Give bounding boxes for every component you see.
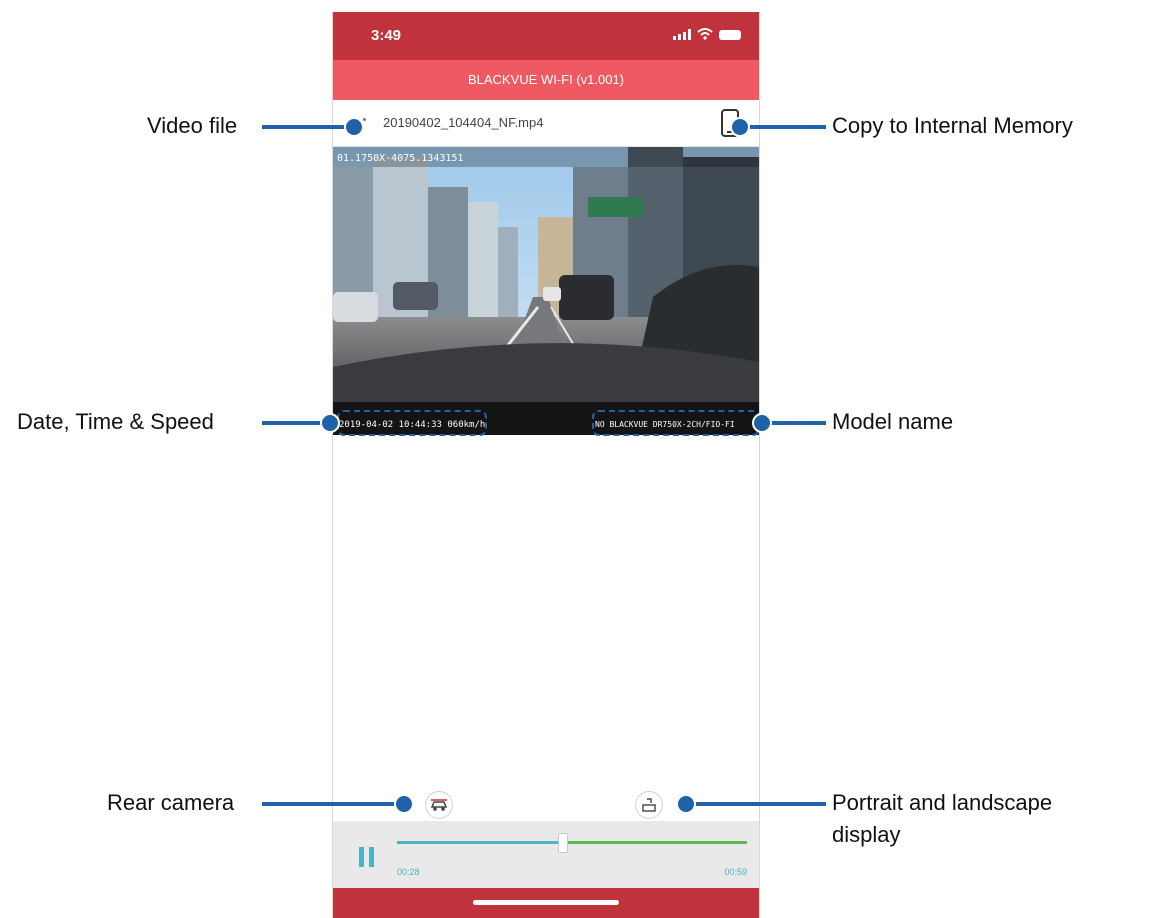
callout-copy: Copy to Internal Memory [832, 113, 1073, 138]
app-title: BLACKVUE WI-FI (v1.001) [467, 72, 625, 87]
status-bar: 3:49 [333, 12, 759, 60]
callout-dot-datetime [320, 413, 340, 433]
current-time: 00:28 [397, 867, 420, 877]
callout-dot-orientation [676, 794, 696, 814]
video-file-name: 20190402_104404_NF.mp4 [383, 115, 544, 130]
progress-played [397, 841, 562, 844]
pause-icon[interactable] [359, 847, 379, 867]
callout-rear: Rear camera [107, 790, 235, 815]
signal-icon [673, 29, 691, 40]
callout-dot-video-file [344, 117, 364, 137]
callout-datetime: Date, Time & Speed [17, 409, 214, 434]
rotate-screen-icon [642, 798, 656, 812]
callout-dot-rear [394, 794, 414, 814]
app-title-bar: BLACKVUE WI-FI (v1.001) [333, 60, 759, 100]
playback-bar: 00:28 00:59 [333, 821, 759, 888]
file-row: 20190402_104404_NF.mp4 [333, 100, 759, 147]
callout-video-file: Video file [147, 113, 238, 138]
total-time: 00:59 [724, 867, 747, 877]
video-frame: 01.1750X-4075.1343151 2019-04-02 10:44:3… [333, 147, 759, 435]
video-overlay-top-left: 01.1750X-4075.1343151 [337, 153, 463, 164]
rear-camera-button[interactable] [425, 791, 453, 819]
status-time: 3:49 [371, 27, 402, 44]
content-area [333, 435, 759, 780]
callout-line-orientation [690, 802, 826, 806]
phone-screen: 3:49 BLACKVUE WI-FI (v1.001) 20190402_10… [332, 12, 760, 918]
rear-camera-icon [430, 799, 448, 811]
wifi-icon [697, 28, 713, 40]
home-indicator[interactable] [473, 900, 619, 905]
home-bar-area [333, 888, 759, 918]
callout-line-rear [262, 802, 402, 806]
callout-model: Model name [832, 409, 954, 434]
progress-handle[interactable] [557, 833, 568, 853]
callout-line-model [770, 421, 826, 425]
callout-line-video-file [262, 125, 352, 129]
progress-track[interactable] [397, 833, 747, 853]
callout-line-copy [740, 125, 826, 129]
callout-dot-copy [730, 117, 750, 137]
status-icons [673, 28, 741, 40]
callout-orientation-line1: Portrait and landscape [832, 790, 1053, 815]
battery-icon [719, 30, 741, 40]
callout-orientation-line2: display [832, 822, 901, 847]
callout-dot-model [752, 413, 772, 433]
callout-box-model [592, 410, 760, 436]
file-indicator [363, 118, 366, 121]
portrait-landscape-button[interactable] [635, 791, 663, 819]
video-player[interactable]: 01.1750X-4075.1343151 2019-04-02 10:44:3… [333, 147, 759, 435]
callout-box-datetime [337, 410, 487, 436]
